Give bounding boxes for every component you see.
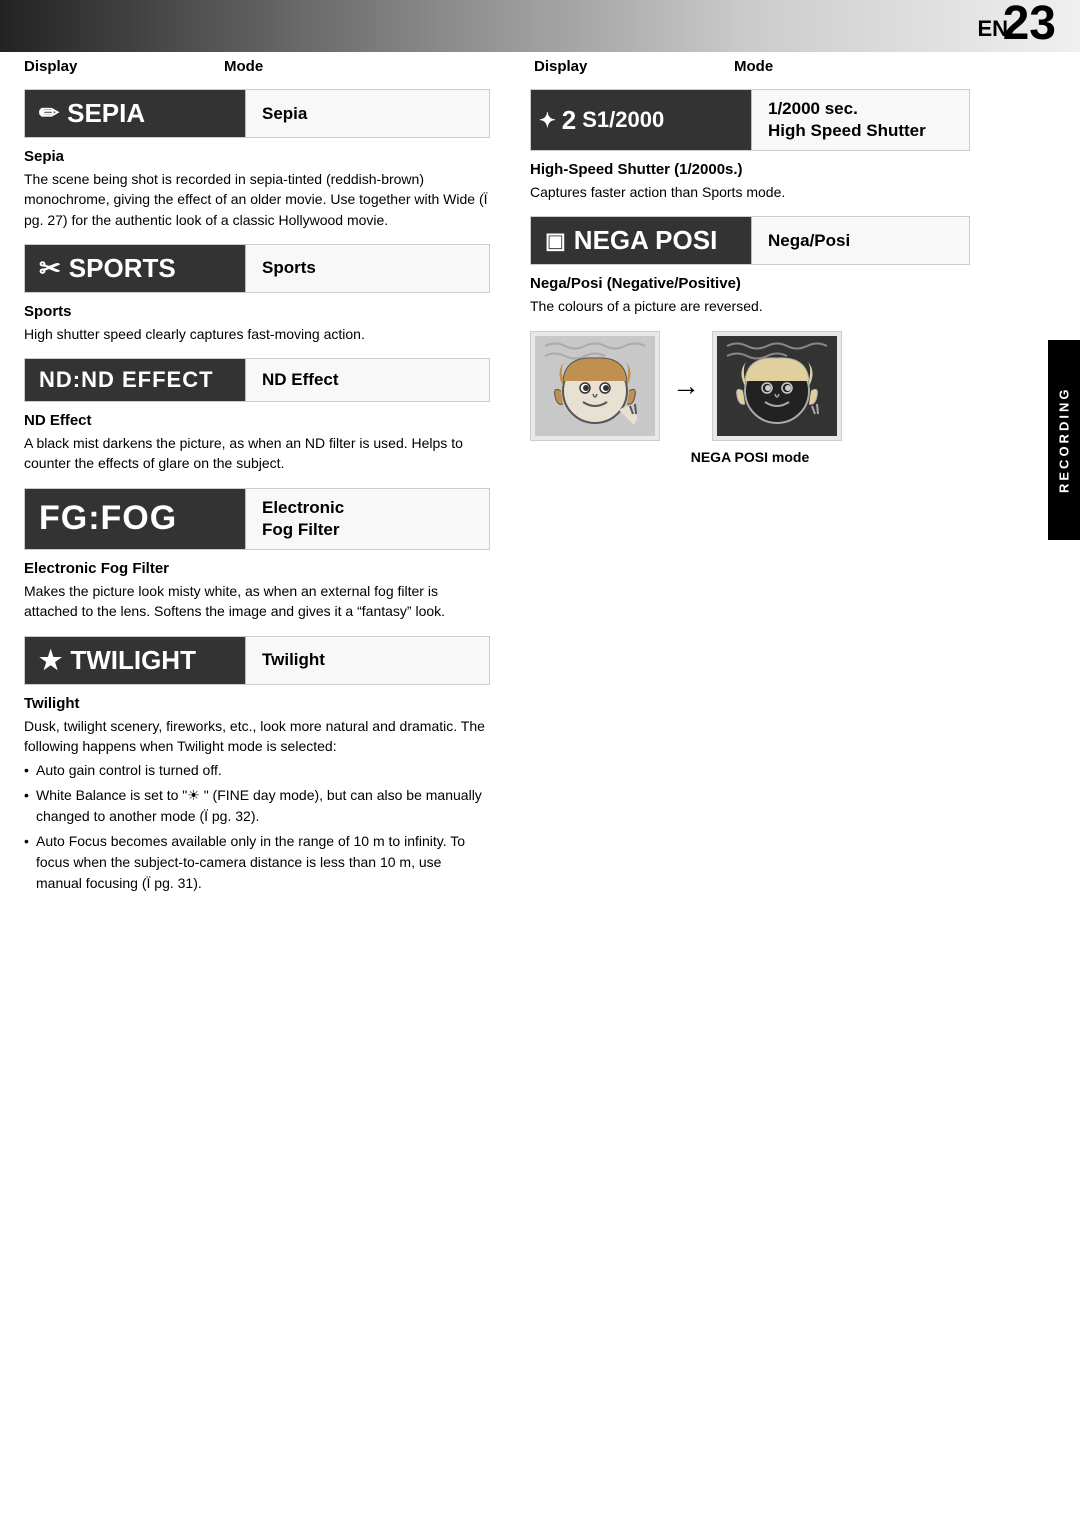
negaposi-inverted-image <box>712 331 842 441</box>
sepia-mode-label: Sepia <box>245 90 489 137</box>
hs-label-line2: High Speed Shutter <box>768 120 926 142</box>
negaposi-mode-label: Nega/Posi <box>751 217 969 264</box>
negaposi-display-text: NEGA POSI <box>574 225 718 256</box>
highspeed-mode-label: 1/2000 sec. High Speed Shutter <box>751 90 969 150</box>
highspeed-mode-box: ✦ 2 S1/2000 1/2000 sec. High Speed Shutt… <box>530 89 970 151</box>
negaposi-body: The colours of a picture are reversed. <box>530 296 970 316</box>
twilight-mode-label: Twilight <box>245 637 489 684</box>
twilight-display: ★ TWILIGHT <box>25 637 245 684</box>
twilight-icon: ★ <box>39 645 62 676</box>
negaposi-caption: NEGA POSI mode <box>530 449 970 465</box>
negaposi-title: Nega/Posi (Negative/Positive) <box>530 275 970 292</box>
hs-label-line1: 1/2000 sec. <box>768 98 858 120</box>
twilight-bullet-2: White Balance is set to "☀ " (FINE day m… <box>24 785 490 827</box>
nd-body: A black mist darkens the picture, as whe… <box>24 433 490 474</box>
negaposi-icon: ▣ <box>545 228 566 254</box>
sepia-mode-box: ✏ SEPIA Sepia <box>24 89 490 138</box>
fog-label-line2: Fog Filter <box>262 519 339 541</box>
twilight-body: Dusk, twilight scenery, fireworks, etc.,… <box>24 716 490 895</box>
recording-tab: RECORDING <box>1048 340 1080 540</box>
sports-mode-box: ✂ SPORTS Sports <box>24 244 490 293</box>
left-display-header: Display <box>24 58 224 75</box>
highspeed-display: ✦ 2 S1/2000 <box>531 90 751 150</box>
negaposi-images: → <box>530 331 970 441</box>
right-column: ✦ 2 S1/2000 1/2000 sec. High Speed Shutt… <box>510 81 1020 928</box>
fog-label-line1: Electronic <box>262 497 344 519</box>
sports-mode-label: Sports <box>245 245 489 292</box>
page-number: 23 <box>1003 0 1056 48</box>
negaposi-arrow: → <box>672 370 700 402</box>
sports-title: Sports <box>24 303 490 320</box>
sepia-body: The scene being shot is recorded in sepi… <box>24 169 490 230</box>
sports-body: High shutter speed clearly captures fast… <box>24 324 490 344</box>
sepia-icon: ✏ <box>39 99 59 128</box>
left-mode-header: Mode <box>224 58 263 75</box>
sports-icon: ✂ <box>39 253 61 284</box>
sepia-display: ✏ SEPIA <box>25 90 245 137</box>
nd-display: ND:ND EFFECT <box>25 359 245 401</box>
twilight-bullets: Auto gain control is turned off. White B… <box>24 760 490 894</box>
face-normal-svg <box>535 336 655 436</box>
highspeed-body: Captures faster action than Sports mode. <box>530 182 970 202</box>
negaposi-mode-box: ▣ NEGA POSI Nega/Posi <box>530 216 970 265</box>
nd-mode-box: ND:ND EFFECT ND Effect <box>24 358 490 402</box>
hs-display-text: S1/2000 <box>582 107 664 133</box>
fog-display: FG:FOG <box>25 489 245 549</box>
twilight-bullet-1: Auto gain control is turned off. <box>24 760 490 781</box>
sports-display-text: SPORTS <box>69 253 176 284</box>
fog-mode-label: Electronic Fog Filter <box>245 489 489 549</box>
sports-display: ✂ SPORTS <box>25 245 245 292</box>
twilight-bullet-3: Auto Focus becomes available only in the… <box>24 831 490 894</box>
right-mode-header: Mode <box>734 58 773 75</box>
face-inverted-svg <box>717 336 837 436</box>
twilight-display-text: TWILIGHT <box>70 645 196 676</box>
column-headers: Display Mode Display Mode <box>0 52 1080 81</box>
hs-icon: ✦ <box>539 108 556 133</box>
nd-display-text: ND:ND EFFECT <box>39 367 214 393</box>
twilight-mode-box: ★ TWILIGHT Twilight <box>24 636 490 685</box>
nd-title: ND Effect <box>24 412 490 429</box>
negaposi-display: ▣ NEGA POSI <box>531 217 751 264</box>
hs-num: 2 <box>562 105 576 136</box>
sepia-display-text: SEPIA <box>67 98 145 129</box>
highspeed-title: High-Speed Shutter (1/2000s.) <box>530 161 970 178</box>
top-bar: EN 23 <box>0 0 1080 52</box>
twilight-title: Twilight <box>24 695 490 712</box>
fog-body: Makes the picture look misty white, as w… <box>24 581 490 622</box>
sepia-title: Sepia <box>24 148 490 165</box>
left-column: ✏ SEPIA Sepia Sepia The scene being shot… <box>0 81 510 928</box>
main-content: ✏ SEPIA Sepia Sepia The scene being shot… <box>0 81 1080 948</box>
right-display-header: Display <box>534 58 734 75</box>
negaposi-normal-image <box>530 331 660 441</box>
fog-mode-box: FG:FOG Electronic Fog Filter <box>24 488 490 550</box>
nd-mode-label: ND Effect <box>245 359 489 401</box>
fog-display-text: FG:FOG <box>39 499 177 538</box>
fog-title: Electronic Fog Filter <box>24 560 490 577</box>
